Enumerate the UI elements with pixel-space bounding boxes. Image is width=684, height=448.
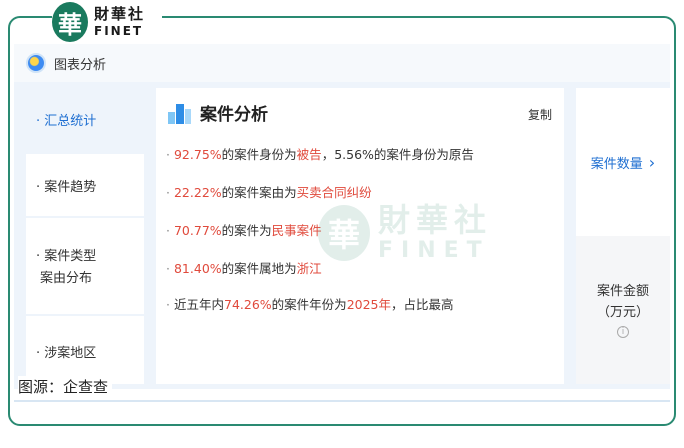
logo-text-en: FINET [94, 24, 144, 38]
stat-line: · 70.77%的案件为民事案件 [166, 223, 322, 238]
sidebar-item-label: 案由分布 [40, 271, 93, 286]
panel-header: 图表分析 [14, 44, 670, 82]
stat-value: 92.75% [173, 147, 222, 162]
stat-highlight: 浙江 [296, 261, 322, 276]
sidebar-item-label: · 汇总统计 [36, 114, 97, 129]
case-count-label: 案件数量 [590, 156, 643, 172]
sidebar-item-label: · 案件趋势 [36, 180, 97, 195]
copy-button[interactable]: 复制 [528, 106, 552, 123]
sidebar-item-label: · 案件类型 [36, 249, 97, 264]
stat-highlight: 买卖合同纠纷 [296, 185, 372, 200]
case-amount-label: 案件金额 [596, 284, 649, 300]
case-amount-unit: （万元） [596, 305, 649, 320]
sidebar-item-trend[interactable]: · 案件趋势 [26, 154, 144, 216]
card-title-text: 案件分析 [200, 105, 268, 125]
stat-line: · 近五年内74.26%的案件年份为2025年，占比最高 [166, 297, 454, 312]
stat-line: · 92.75%的案件身份为被告，5.56%的案件身份为原告 [166, 147, 474, 162]
stat-value: 81.40% [173, 261, 222, 276]
bullet: · [166, 223, 170, 238]
bullet: · [166, 185, 170, 200]
stat-value: 70.77% [173, 223, 222, 238]
stat-value: 74.26% [224, 297, 272, 312]
case-analysis-card: 案件分析 复制 · 92.75%的案件身份为被告，5.56%的案件身份为原告 · 2… [156, 88, 564, 384]
sidebar: · 汇总统计 · 案件趋势 · 案件类型 案由分布 · 涉案地区 [26, 84, 144, 384]
finet-logo: 華 財華社 FINET [52, 0, 162, 44]
bar-chart-icon [168, 102, 192, 124]
stat-line: · 22.22%的案件案由为买卖合同纠纷 [166, 185, 372, 200]
stat-highlight: 民事案件 [271, 223, 322, 238]
case-amount-box: 案件金额 （万元） i [576, 236, 670, 384]
info-icon[interactable]: i [617, 325, 629, 338]
chevron-right-icon: › [648, 152, 656, 172]
stat-highlight: 被告 [296, 147, 322, 162]
sidebar-item-label: · 涉案地区 [36, 346, 97, 361]
panel-title: 图表分析 [54, 57, 107, 73]
logo-seal: 華 [52, 2, 88, 42]
sidebar-item-case-type[interactable]: · 案件类型 案由分布 [26, 218, 144, 314]
case-count-link[interactable]: 案件数量 › [576, 88, 670, 236]
bullet: · [166, 147, 170, 162]
card-title: 案件分析 [168, 100, 268, 125]
analysis-panel: 图表分析 · 汇总统计 · 案件趋势 · 案件类型 案由分布 · 涉案地区 案件… [14, 44, 670, 389]
sidebar-item-summary[interactable]: · 汇总统计 [26, 84, 144, 152]
divider [14, 400, 670, 402]
stat-value: 22.22% [173, 185, 222, 200]
bullet: · [166, 297, 170, 312]
bullet: · [166, 261, 170, 276]
logo-text: 財華社 FINET [94, 5, 146, 38]
chart-analysis-icon [26, 53, 46, 73]
image-source: 图源：企查查 [18, 376, 113, 397]
stat-highlight: 2025年 [346, 297, 391, 312]
logo-text-cn: 財華社 [94, 5, 146, 23]
stat-line: · 81.40%的案件属地为浙江 [166, 261, 322, 276]
metrics-column: 案件数量 › 案件金额 （万元） i [576, 88, 670, 384]
sidebar-item-region[interactable]: · 涉案地区 [26, 316, 144, 384]
